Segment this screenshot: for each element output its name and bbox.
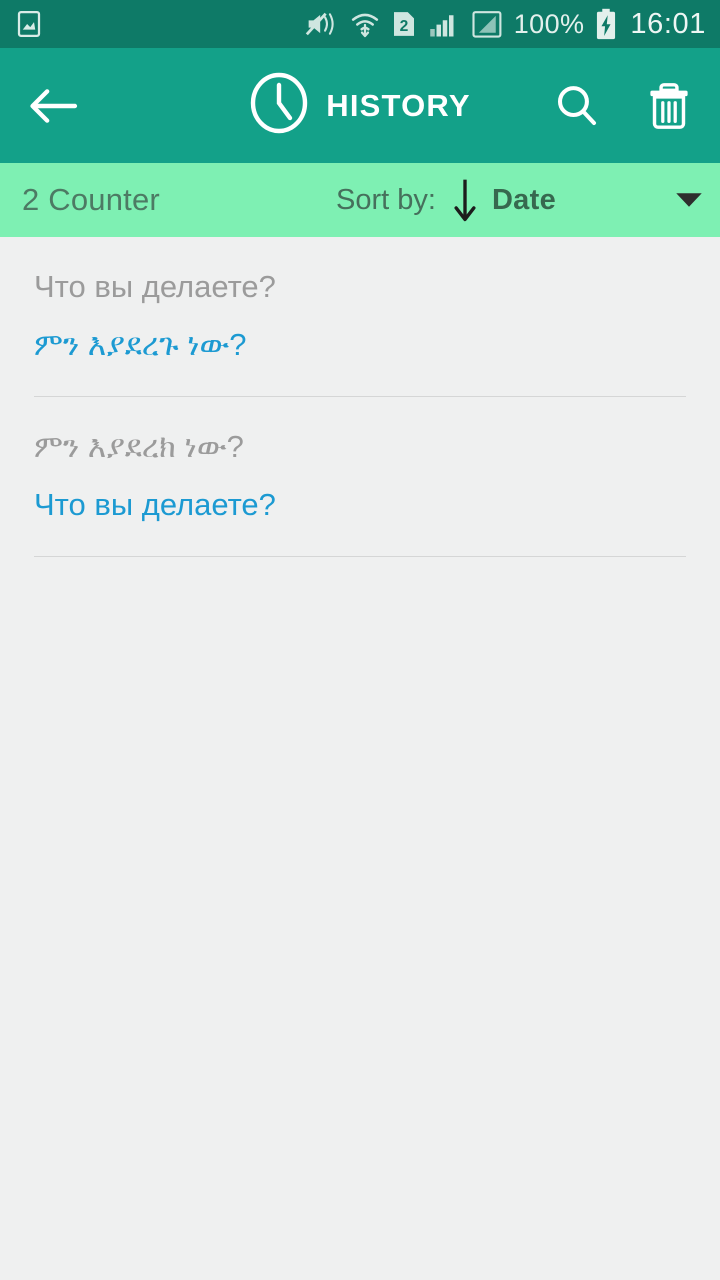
history-counter-label: 2 Counter <box>22 182 160 217</box>
status-bar-right: 2 100% 16:01 <box>305 8 706 41</box>
history-target-text: ምን እያደረጉ ነው? <box>34 327 247 363</box>
history-source-text: Что вы делаете? <box>34 269 276 304</box>
clock-time-label: 16:01 <box>630 7 706 40</box>
status-bar: 2 100% 16:01 <box>0 0 720 48</box>
back-button[interactable] <box>22 75 84 137</box>
app-bar: HISTORY <box>0 48 720 163</box>
search-button[interactable] <box>548 77 606 135</box>
battery-percent-label: 100% <box>513 8 585 39</box>
history-target-text: Что вы делаете? <box>34 487 276 523</box>
signal-bars-sim1-icon <box>428 9 460 39</box>
delete-all-button[interactable] <box>640 77 698 135</box>
sort-direction-down-arrow-icon[interactable] <box>452 177 478 223</box>
history-list-item[interactable]: Что вы делаете? ምን እያደረጉ ነው? <box>0 237 720 398</box>
sort-bar: 2 Counter Sort by: Date <box>0 163 720 237</box>
wifi-data-transfer-icon <box>350 9 380 39</box>
status-bar-left <box>14 9 44 39</box>
history-list-item[interactable]: ምን እያደረክ ነው? Что вы делаете? <box>0 397 720 558</box>
screenshot-icon <box>14 9 44 39</box>
history-source-text: ምን እያደረክ ነው? <box>34 429 244 465</box>
history-list: Что вы делаете? ምን እያደረጉ ነው? ምን እያደረክ ነው… <box>0 237 720 558</box>
list-divider <box>34 556 686 558</box>
svg-text:2: 2 <box>399 18 408 35</box>
sort-control[interactable]: Sort by: Date <box>336 177 704 223</box>
clock-icon <box>249 72 309 139</box>
page-title: HISTORY <box>326 87 471 123</box>
sort-value-label: Date <box>491 183 556 216</box>
signal-bars-sim2-icon <box>471 9 503 39</box>
sound-mute-vibrate-icon <box>305 9 339 39</box>
battery-charging-icon <box>595 8 617 40</box>
sim-two-icon: 2 <box>391 9 417 39</box>
app-bar-actions <box>548 77 698 135</box>
chevron-down-icon[interactable] <box>674 190 704 210</box>
sort-by-label: Sort by: <box>336 183 436 216</box>
